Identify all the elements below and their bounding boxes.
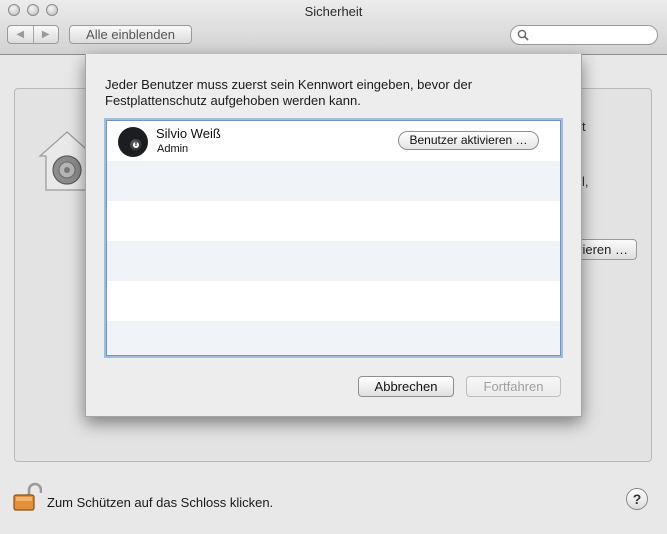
list-stripe [107, 281, 560, 321]
search-field[interactable] [510, 25, 658, 45]
window-titlebar: Sicherheit ◀ ▶ Alle einblenden [0, 0, 667, 55]
user-role: Admin [157, 143, 189, 155]
user-name: Silvio Weiß [156, 126, 221, 141]
lock-hint-text: Zum Schützen auf das Schloss klicken. [47, 495, 274, 510]
help-button[interactable]: ? [626, 488, 648, 510]
search-icon [517, 29, 529, 41]
show-all-button[interactable]: Alle einblenden [69, 25, 192, 44]
window-title: Sicherheit [304, 4, 363, 19]
list-stripe [107, 241, 560, 281]
obscured-text-2: l, [582, 174, 589, 189]
list-stripe [107, 201, 560, 241]
user-row[interactable]: 8 Silvio Weiß Admin Benutzer aktivieren … [107, 121, 560, 161]
continue-button[interactable]: Fortfahren [466, 376, 561, 397]
list-stripe [107, 321, 560, 355]
back-forward-control: ◀ ▶ [7, 25, 59, 44]
user-avatar-8-ball-icon: 8 [118, 127, 148, 157]
sheet-message: Jeder Benutzer muss zuerst sein Kennwort… [105, 77, 473, 108]
forward-button[interactable]: ▶ [34, 26, 59, 43]
cancel-button[interactable]: Abbrechen [358, 376, 454, 397]
unlocked-padlock-icon[interactable] [12, 482, 42, 512]
back-button[interactable]: ◀ [8, 26, 34, 43]
obscured-text-1: t [582, 119, 586, 134]
user-list[interactable]: 8 Silvio Weiß Admin Benutzer aktivieren … [106, 120, 561, 356]
enable-users-sheet: Jeder Benutzer muss zuerst sein Kennwort… [85, 54, 582, 417]
enable-user-button[interactable]: Benutzer aktivieren … [398, 131, 539, 150]
list-stripe [107, 161, 560, 201]
